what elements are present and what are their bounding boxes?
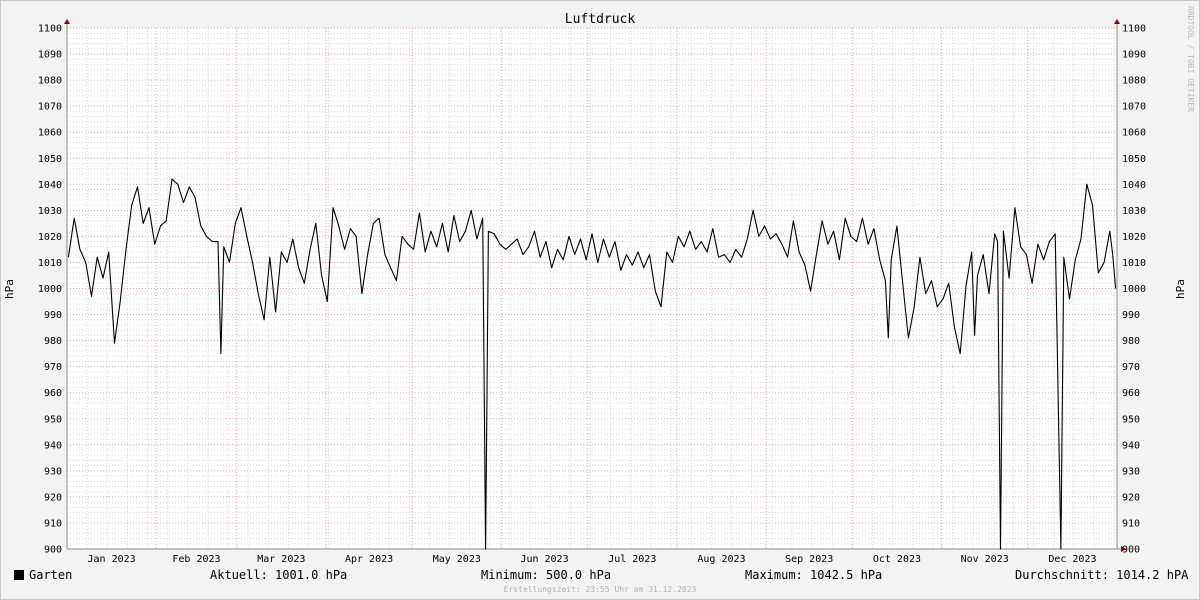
- y-tick-label: 1010: [38, 258, 62, 269]
- y-tick-label: 940: [44, 440, 62, 451]
- y-tick-label: 1020: [38, 232, 62, 243]
- x-tick-label: Sep 2023: [785, 554, 833, 565]
- y-tick-label: 1040: [1122, 180, 1146, 191]
- x-tick-label: Jan 2023: [88, 554, 136, 565]
- y-tick-label: 1060: [1122, 128, 1146, 139]
- y-tick-label: 980: [44, 336, 62, 347]
- y-tick-label: 1090: [1122, 50, 1146, 61]
- y-tick-label: 920: [44, 492, 62, 503]
- y-tick-label: 1050: [1122, 154, 1146, 165]
- y-tick-label: 920: [1122, 492, 1140, 503]
- y-tick-label: 950: [44, 414, 62, 425]
- y-tick-label: 990: [1122, 310, 1140, 321]
- y-tick-label: 930: [1122, 466, 1140, 477]
- y-tick-label: 1050: [38, 154, 62, 165]
- y-tick-label: 950: [1122, 414, 1140, 425]
- x-tick-label: Apr 2023: [345, 554, 393, 565]
- y-tick-label: 1010: [1122, 258, 1146, 269]
- y-tick-label: 1030: [38, 206, 62, 217]
- legend-swatch: [14, 570, 24, 580]
- y-tick-labels-left: 900 910 920 930 940 950 960 970 980 990 1000 1010 10…: [38, 24, 62, 556]
- x-tick-label: Oct 2023: [873, 554, 921, 565]
- y-tick-label: 900: [44, 545, 62, 556]
- y-tick-label: 1080: [1122, 76, 1146, 87]
- x-tick-label: Jun 2023: [520, 554, 568, 565]
- legend-current: Aktuell: 1001.0 hPa: [210, 568, 348, 582]
- legend-maximum: Maximum: 1042.5 hPa: [745, 568, 883, 582]
- y-tick-label: 1040: [38, 180, 62, 191]
- y-tick-label: 960: [1122, 388, 1140, 399]
- y-axis-label-right: hPa: [1174, 279, 1187, 299]
- x-tick-label: Aug 2023: [697, 554, 745, 565]
- y-tick-label: 1020: [1122, 232, 1146, 243]
- creation-time: Erstellungszeit: 23:55 Uhr am 31.12.2023: [503, 585, 697, 594]
- y-tick-label: 1090: [38, 50, 62, 61]
- y-tick-labels-right: 900 910 920 930 940 950 960 970 980 990 1000 1010 10…: [1122, 24, 1146, 556]
- x-tick-label: Nov 2023: [961, 554, 1009, 565]
- y-tick-label: 1100: [38, 24, 62, 35]
- y-tick-label: 970: [1122, 362, 1140, 373]
- y-tick-label: 1080: [38, 76, 62, 87]
- legend-series: Garten: [14, 568, 72, 582]
- y-tick-label: 1000: [1122, 284, 1146, 295]
- y-tick-label: 1060: [38, 128, 62, 139]
- legend-minimum: Minimum: 500.0 hPa: [481, 568, 612, 582]
- y-axis-label-left: hPa: [3, 279, 16, 299]
- legend-series-name: Garten: [29, 568, 73, 582]
- y-tick-label: 1100: [1122, 24, 1146, 35]
- y-tick-label: 970: [44, 362, 62, 373]
- x-tick-label: Dec 2023: [1048, 554, 1096, 565]
- y-tick-label: 960: [44, 388, 62, 399]
- watermark: RRDTOOL / TOBI OETIKER: [1186, 6, 1195, 112]
- y-tick-label: 1070: [38, 102, 62, 113]
- y-tick-label: 900: [1122, 545, 1140, 556]
- y-tick-label: 980: [1122, 336, 1140, 347]
- y-tick-label: 910: [1122, 518, 1140, 529]
- x-tick-label: May 2023: [433, 554, 481, 565]
- y-tick-label: 990: [44, 310, 62, 321]
- x-tick-label: Feb 2023: [172, 554, 220, 565]
- y-tick-label: 1070: [1122, 102, 1146, 113]
- y-tick-label: 940: [1122, 440, 1140, 451]
- x-tick-labels: Jan 2023 Feb 2023 Mar 2023 Apr 2023 May 2023…: [88, 554, 1097, 565]
- legend-average: Durchschnitt: 1014.2 hPA: [1015, 568, 1189, 582]
- y-tick-label: 910: [44, 518, 62, 529]
- y-tick-label: 1030: [1122, 206, 1146, 217]
- x-tick-label: Mar 2023: [257, 554, 305, 565]
- y-tick-label: 1000: [38, 284, 62, 295]
- x-tick-label: Jul 2023: [608, 554, 656, 565]
- y-tick-label: 930: [44, 466, 62, 477]
- pressure-chart: 900 910 920 930 940 950 960 970 980 990 1000 1010 10…: [3, 6, 1195, 565]
- y-axis-arrow: [1114, 19, 1120, 24]
- y-axis-arrow: [64, 19, 70, 24]
- chart-title: Luftdruck: [565, 12, 636, 27]
